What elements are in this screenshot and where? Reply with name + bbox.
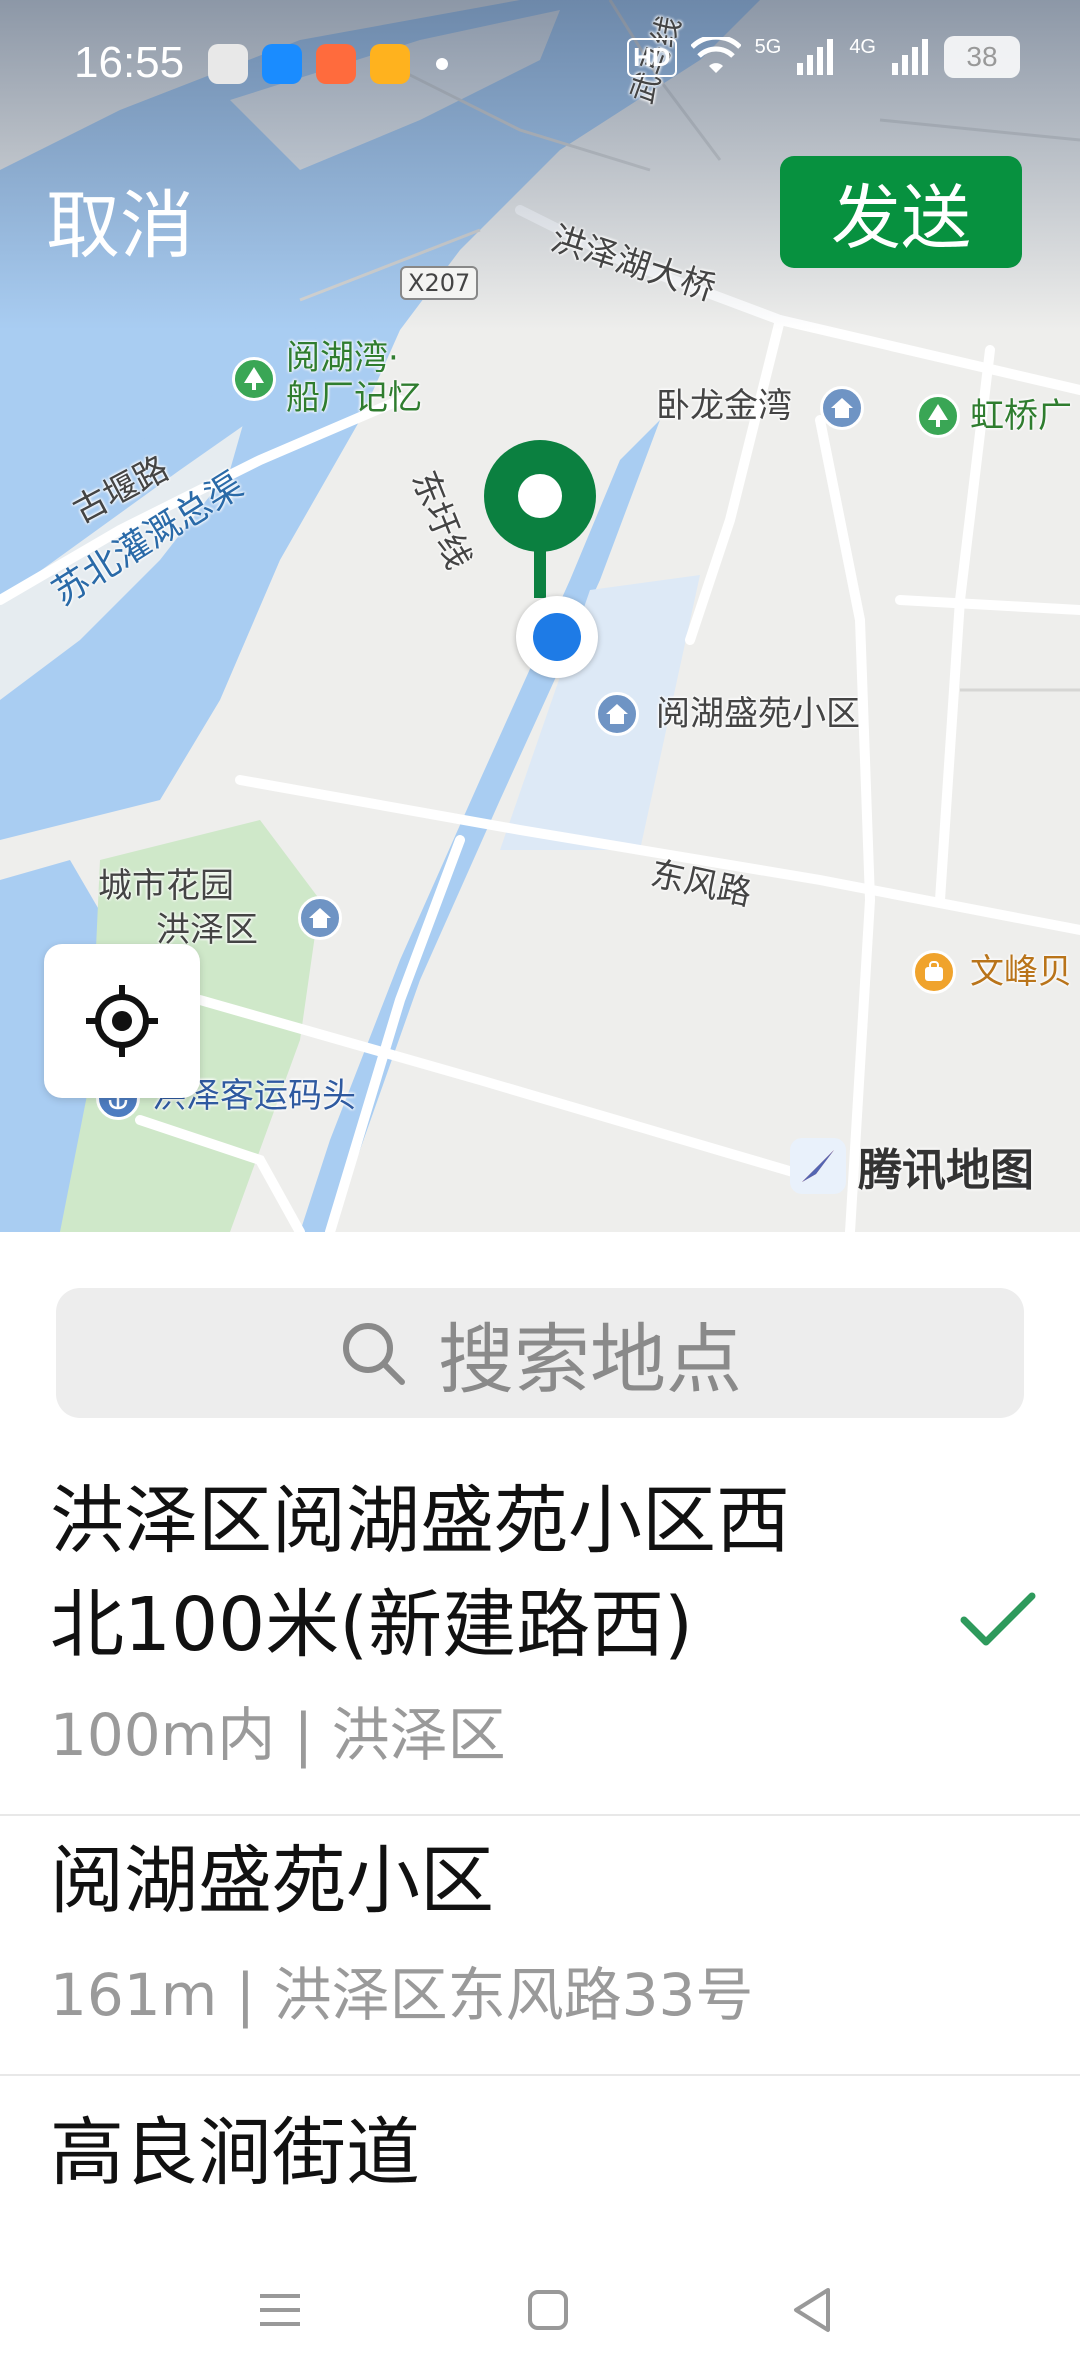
map-label-poi-yuehu-1: 阅湖湾· [286, 338, 399, 378]
send-button[interactable]: 发送 [780, 156, 1022, 268]
home-square-icon [528, 2290, 568, 2330]
map-label-wolong: 卧龙金湾 [656, 386, 792, 426]
chat-app-icon [262, 44, 302, 84]
house-icon [298, 896, 342, 940]
current-location-dot [516, 596, 598, 678]
place-title: 洪泽区阅湖盛苑小区西 [50, 1478, 790, 1564]
shop-icon [912, 950, 956, 994]
signal-bars-icon [797, 39, 834, 75]
house-icon [820, 386, 864, 430]
map-label-wenfeng: 文峰贝 [970, 952, 1072, 992]
map-view[interactable]: 武马线 洪泽湖大桥 X207 阅湖湾· 船厂记忆 卧龙金湾 虹桥广 古堰路 东圩… [0, 0, 1080, 1232]
map-label-x207: X207 [400, 266, 479, 300]
place-item[interactable]: 阅湖盛苑小区 161m | 洪泽区东风路33号 [0, 1818, 1080, 2076]
house-icon [595, 692, 639, 736]
system-nav-bar [0, 2240, 1080, 2376]
place-title: 高良涧街道 [50, 2110, 420, 2196]
robot-app-icon [208, 44, 248, 84]
game-app-icon [316, 44, 356, 84]
back-nav-button[interactable] [772, 2270, 852, 2350]
battery-level: 38 [966, 41, 998, 72]
search-input[interactable]: 搜索地点 [56, 1288, 1024, 1418]
map-label-poi-yuehu-2: 船厂记忆 [286, 378, 422, 418]
map-label-garden-1: 城市花园 [98, 866, 234, 906]
home-nav-button[interactable] [508, 2270, 588, 2350]
search-icon [343, 1323, 405, 1385]
network-5g-label: 5G [754, 36, 782, 58]
place-subtitle: 100m内 | 洪泽区 [50, 1701, 506, 1769]
crosshair-icon [86, 985, 158, 1057]
check-icon [960, 1592, 1036, 1646]
locate-me-button[interactable] [44, 944, 200, 1098]
network-4g-label: 4G [849, 36, 876, 58]
search-placeholder: 搜索地点 [438, 1315, 742, 1404]
wifi-icon [690, 37, 741, 73]
status-indicators: HD 5G 4G 38 [627, 36, 1020, 78]
map-brand: 腾讯地图 [786, 1134, 1034, 1198]
hd-badge: HD [627, 37, 677, 77]
tree-icon [916, 394, 960, 438]
cancel-button[interactable]: 取消 [46, 166, 194, 273]
place-title: 阅湖盛苑小区 [50, 1838, 494, 1924]
place-item-selected[interactable]: 洪泽区阅湖盛苑小区西 北100米(新建路西) 100m内 | 洪泽区 [0, 1460, 1080, 1816]
signal-bars-icon [892, 39, 928, 75]
place-item[interactable]: 高良涧街道 [0, 2076, 1080, 2226]
map-label-community: 阅湖盛苑小区 [656, 694, 860, 734]
back-triangle-icon [794, 2288, 830, 2332]
place-title-cont: 北100米(新建路西) [50, 1582, 693, 1668]
more-notifications-dot [436, 58, 448, 70]
place-panel: 搜索地点 洪泽区阅湖盛苑小区西 北100米(新建路西) 100m内 | 洪泽区 … [0, 1232, 1080, 2376]
battery-icon: 38 [944, 36, 1020, 78]
menu-icon [260, 2294, 300, 2326]
tencent-map-logo-icon [790, 1138, 846, 1194]
location-pin-icon [484, 440, 596, 598]
menu-nav-button[interactable] [240, 2270, 320, 2350]
place-subtitle: 161m | 洪泽区东风路33号 [50, 1961, 754, 2029]
map-brand-label: 腾讯地图 [858, 1145, 1034, 1196]
status-time: 16:55 [74, 38, 185, 87]
video-app-icon [370, 44, 410, 84]
tree-icon [232, 357, 276, 401]
map-label-hongqiao: 虹桥广 [970, 396, 1072, 436]
status-bar: 16:55 HD 5G 4G 38 [0, 0, 1080, 130]
